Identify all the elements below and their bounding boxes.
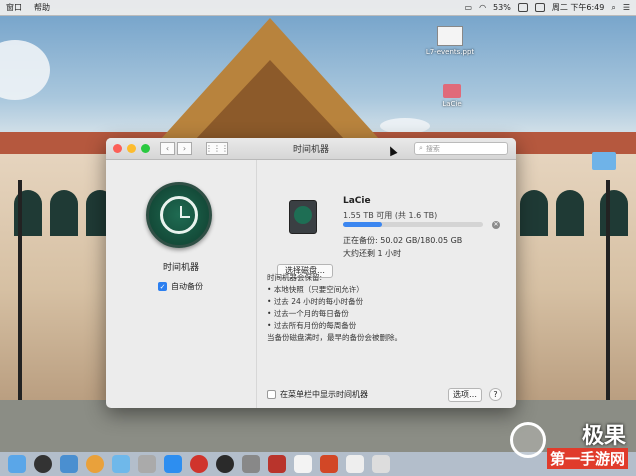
info-footer: 当备份磁盘满时，最早的备份会被删除。 <box>267 333 402 342</box>
search-icon: ⌕ <box>419 144 423 152</box>
left-pane: 时间机器 ✓ 自动备份 <box>106 160 256 408</box>
palace-spire-inner <box>195 60 345 140</box>
clock[interactable]: 周二 下午6:49 <box>552 2 605 13</box>
show-in-menubar-checkbox[interactable] <box>267 389 276 399</box>
app-icon[interactable] <box>34 455 52 473</box>
backup-progress-fill <box>343 222 383 227</box>
retention-info: 时间机器会保留: 本地快照（只要空间允许） 过去 24 小时的每小时备份 过去一… <box>267 272 402 344</box>
folder-icon[interactable] <box>592 152 616 170</box>
time-machine-window: ‹ › ⋮⋮⋮ 时间机器 ⌕ 搜索 时间机器 ✓ 自动备份 选择磁盘… LaCi… <box>106 138 516 408</box>
app-label: 时间机器 <box>162 263 199 273</box>
desktop-file-ppt[interactable]: L7-events.ppt <box>420 26 480 56</box>
back-button[interactable]: ‹ <box>160 142 175 155</box>
watermark-bottom-text: 第一手游网 <box>546 448 628 469</box>
auto-backup-row[interactable]: ✓ 自动备份 <box>158 281 203 292</box>
palace-arch <box>520 190 548 236</box>
show-all-grid-icon[interactable]: ⋮⋮⋮ <box>205 142 229 155</box>
palace-arch <box>50 190 78 236</box>
help-button[interactable]: ? <box>489 388 502 401</box>
info-item: 过去 24 小时的每小时备份 <box>267 296 402 308</box>
clock-face <box>160 196 198 234</box>
acrobat-icon[interactable] <box>268 455 286 473</box>
desktop-file-label: L7-events.ppt <box>425 48 475 56</box>
zoom-button[interactable] <box>141 144 150 153</box>
backup-drive-icon <box>289 200 317 234</box>
watermark-top-text: 极果 <box>581 423 626 449</box>
menu-help[interactable]: 帮助 <box>28 2 56 13</box>
app-store-icon[interactable] <box>164 455 182 473</box>
app-icon[interactable] <box>60 455 78 473</box>
menu-extras: ▭ ◠ 53% 周二 下午6:49 ⌕ ☰ <box>465 2 636 13</box>
input-source-icon[interactable] <box>534 3 545 12</box>
app-icon[interactable] <box>138 455 156 473</box>
watermark-logo <box>510 422 546 458</box>
backup-remaining: 大约还剩 1 小时 <box>343 249 402 258</box>
clock-hand <box>180 216 190 218</box>
info-item: 本地快照（只要空间允许） <box>267 284 402 296</box>
notification-center-icon[interactable]: ☰ <box>623 3 630 12</box>
battery-icon[interactable] <box>517 3 528 12</box>
close-button[interactable] <box>113 144 122 153</box>
info-heading: 时间机器会保留: <box>267 273 323 282</box>
app-icon[interactable] <box>112 455 130 473</box>
music-icon[interactable] <box>294 455 312 473</box>
airplay-icon[interactable]: ▭ <box>465 3 473 12</box>
backup-progress-bar <box>343 222 483 227</box>
minimize-button[interactable] <box>127 144 136 153</box>
drive-icon <box>443 84 461 98</box>
powerpoint-icon[interactable] <box>320 455 338 473</box>
app-icon[interactable] <box>242 455 260 473</box>
window-titlebar[interactable]: ‹ › ⋮⋮⋮ 时间机器 ⌕ 搜索 <box>106 138 516 160</box>
desktop-drive-lacie[interactable]: LaCie <box>432 84 472 108</box>
right-pane: 选择磁盘… LaCie 1.55 TB 可用 (共 1.6 TB) ✕ 正在备份… <box>256 160 516 408</box>
desktop-drive-label: LaCie <box>442 100 462 108</box>
app-icon[interactable] <box>372 455 390 473</box>
info-item: 过去所有月份的每周备份 <box>267 320 402 332</box>
palace-arch <box>556 190 584 236</box>
options-button[interactable]: 选项… <box>448 388 482 402</box>
show-in-menubar-label: 在菜单栏中显示时间机器 <box>280 389 368 399</box>
menu-window[interactable]: 窗口 <box>0 2 28 13</box>
auto-backup-checkbox[interactable]: ✓ <box>158 282 167 291</box>
spotlight-icon[interactable]: ⌕ <box>611 3 615 13</box>
watermark: 极果 第一手游网 <box>510 418 630 474</box>
wifi-icon[interactable]: ◠ <box>479 3 486 12</box>
battery-percent[interactable]: 53% <box>493 3 511 12</box>
app-icon[interactable] <box>190 455 208 473</box>
disk-name: LaCie <box>343 196 371 206</box>
menu-bar: 窗口 帮助 ▭ ◠ 53% 周二 下午6:49 ⌕ ☰ <box>0 0 636 16</box>
app-icon[interactable] <box>216 455 234 473</box>
search-placeholder: 搜索 <box>425 144 440 153</box>
window-footer: 在菜单栏中显示时间机器 选项… ? <box>106 380 516 408</box>
finder-icon[interactable] <box>8 455 26 473</box>
drive-logo <box>294 206 312 224</box>
info-item: 过去一个月的每日备份 <box>267 308 402 320</box>
disk-available: 1.55 TB 可用 (共 1.6 TB) <box>343 211 438 220</box>
stop-backup-button[interactable]: ✕ <box>492 221 500 229</box>
lamp-post <box>18 180 22 400</box>
file-thumbnail <box>437 26 463 46</box>
palace-arch <box>600 190 628 236</box>
lamp-post <box>606 180 610 400</box>
backup-status: 正在备份: 50.02 GB/180.05 GB <box>343 236 463 245</box>
app-icon[interactable] <box>346 455 364 473</box>
search-field[interactable]: ⌕ 搜索 <box>414 142 508 155</box>
forward-button[interactable]: › <box>177 142 192 155</box>
time-machine-icon <box>146 182 212 248</box>
auto-backup-label: 自动备份 <box>171 282 203 291</box>
photos-icon[interactable] <box>86 455 104 473</box>
